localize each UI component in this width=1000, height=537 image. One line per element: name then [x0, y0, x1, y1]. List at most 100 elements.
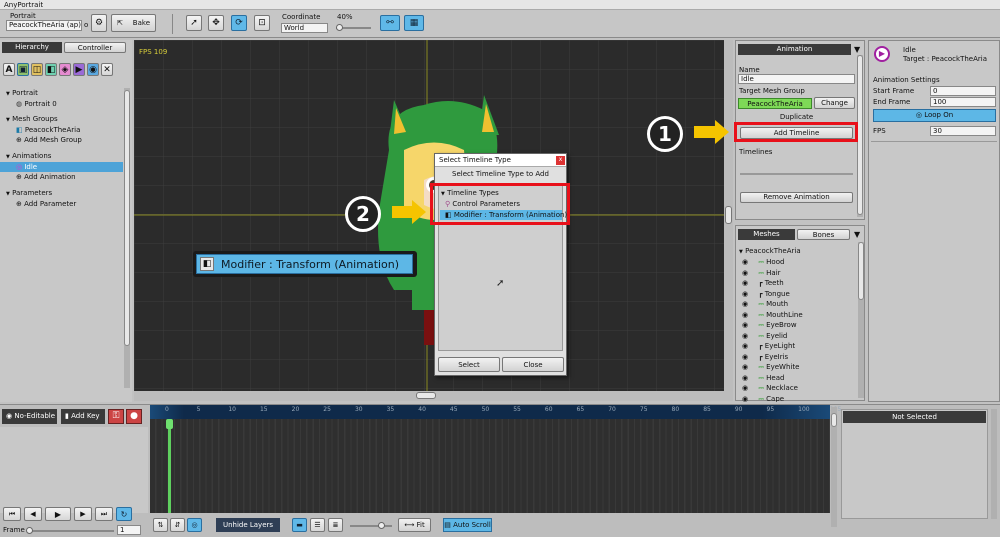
eye-icon[interactable]: ◉: [742, 384, 748, 392]
mesh-list-item[interactable]: ◉ ⎓ EyeWhite: [736, 362, 861, 373]
timeline-v-thumb[interactable]: [831, 413, 837, 427]
track-height-large-icon[interactable]: ≣: [328, 518, 343, 532]
end-frame-field[interactable]: 100: [930, 97, 996, 107]
sort-registered-icon[interactable]: ⇵: [170, 518, 185, 532]
tree-portrait0[interactable]: ◍ Portrait 0: [0, 99, 123, 109]
animation-filter-icon[interactable]: ◈: [59, 63, 71, 76]
mesh-list-item[interactable]: ◉ ┏ EyeLight: [736, 341, 861, 352]
remove-animation-button[interactable]: Remove Animation: [740, 192, 853, 203]
eye-icon[interactable]: ◉: [742, 290, 748, 298]
close-filter-icon[interactable]: ✕: [101, 63, 113, 76]
change-button[interactable]: Change: [814, 97, 855, 109]
no-editable-button[interactable]: ◉ No-Editable: [2, 409, 57, 424]
meshes-scrollbar[interactable]: [858, 242, 864, 398]
eye-icon[interactable]: ◉: [742, 332, 748, 340]
layer-view-icon[interactable]: ◎: [187, 518, 202, 532]
tree-add-animation[interactable]: ⊕ Add Animation: [0, 172, 123, 182]
hierarchy-scroll-thumb[interactable]: [124, 90, 130, 346]
hierarchy-scrollbar[interactable]: [124, 88, 130, 388]
mesh-list-item[interactable]: ◉ ⎓ Hair: [736, 268, 861, 279]
tree-add-mesh-group[interactable]: ⊕ Add Mesh Group: [0, 135, 123, 145]
eye-icon[interactable]: ◉: [742, 311, 748, 319]
mesh-view-toggle[interactable]: ▦: [404, 15, 424, 31]
eye-icon[interactable]: ◉: [742, 353, 748, 361]
lock-key-button[interactable]: ⚿: [108, 409, 124, 424]
tree-add-parameter[interactable]: ⊕ Add Parameter: [0, 199, 123, 209]
dialog-select-button[interactable]: Select: [438, 357, 500, 372]
chevron-down-icon[interactable]: ▼: [854, 230, 860, 239]
scale-tool-button[interactable]: ⊡: [254, 15, 270, 31]
mesh-list-item[interactable]: ◉ ⎓ MouthLine: [736, 310, 861, 321]
loop-toggle-button[interactable]: ↻: [116, 507, 132, 521]
add-key-button[interactable]: ▮ Add Key: [61, 409, 105, 424]
animation-name-field[interactable]: Idle: [738, 74, 855, 84]
viewport-v-scrollbar[interactable]: [724, 40, 733, 391]
prev-frame-button[interactable]: ◀: [24, 507, 42, 521]
image-filter-icon[interactable]: ▣: [17, 63, 29, 76]
viewport-h-scrollbar[interactable]: [134, 391, 733, 401]
tree-parameters-header[interactable]: ▼ Parameters: [0, 188, 123, 198]
dialog-close-x[interactable]: x: [556, 156, 565, 165]
dialog-close-button[interactable]: Close: [502, 357, 564, 372]
eye-icon[interactable]: ◉: [742, 279, 748, 287]
coordinate-select[interactable]: World: [281, 23, 328, 33]
play-filter-icon[interactable]: ▶: [73, 63, 85, 76]
mesh-list-item[interactable]: ◉ ⎓ Necklace: [736, 383, 861, 394]
mesh-list-item[interactable]: ◉ ⎓ Eyelid: [736, 331, 861, 342]
eye-icon[interactable]: ◉: [742, 374, 748, 382]
sort-layer-icon[interactable]: ⇅: [153, 518, 168, 532]
eye-icon[interactable]: ◉: [742, 342, 748, 350]
eye-icon[interactable]: ◉: [742, 363, 748, 371]
play-button[interactable]: ▶: [45, 507, 71, 521]
bone-view-toggle[interactable]: ⚯: [380, 15, 400, 31]
eye-icon[interactable]: ◉: [742, 258, 748, 266]
info-scrollbar[interactable]: [991, 409, 997, 519]
mesh-list-item[interactable]: ◉ ┏ EyeIris: [736, 352, 861, 363]
timeline-zoom-slider[interactable]: [350, 522, 392, 529]
tab-bones[interactable]: Bones: [797, 229, 850, 240]
playhead-line[interactable]: [168, 419, 171, 513]
move-tool-button[interactable]: ✥: [208, 15, 224, 31]
portrait-select[interactable]: PeacockTheAria (ap): [6, 20, 82, 31]
mesh-filter-icon[interactable]: ◫: [31, 63, 43, 76]
meshgroup-filter-icon[interactable]: ◧: [45, 63, 57, 76]
frame-slider-thumb[interactable]: [26, 527, 33, 534]
tree-idle-selected[interactable]: ◎ Idle: [0, 162, 123, 172]
loop-on-button[interactable]: ◎ Loop On: [873, 109, 996, 122]
select-tool-button[interactable]: ➚: [186, 15, 202, 31]
first-frame-button[interactable]: ⏮: [3, 507, 21, 521]
zoom-slider[interactable]: [336, 24, 371, 31]
tree-portrait-header[interactable]: ▼ Portrait: [0, 88, 123, 98]
mesh-list-item[interactable]: ◉ ⎓ Hood: [736, 257, 861, 268]
playhead-marker[interactable]: [166, 419, 173, 429]
track-height-medium-icon[interactable]: ☰: [310, 518, 325, 532]
mesh-root[interactable]: ▼ PeacockTheAria: [739, 247, 801, 255]
tab-hierarchy[interactable]: Hierarchy: [2, 42, 62, 53]
meshes-scroll-thumb[interactable]: [858, 242, 864, 300]
bake-button[interactable]: ⇱ Bake: [111, 14, 156, 32]
tab-meshes[interactable]: Meshes: [738, 229, 795, 240]
mesh-list-item[interactable]: ◉ ⎓ Head: [736, 373, 861, 384]
text-filter-icon[interactable]: A: [3, 63, 15, 76]
last-frame-button[interactable]: ⏭: [95, 507, 113, 521]
frame-field[interactable]: 1: [117, 525, 141, 535]
tree-mesh-groups-header[interactable]: ▼ Mesh Groups: [0, 114, 123, 124]
timeline-h-scrollbar[interactable]: [505, 518, 830, 532]
unhide-layers-button[interactable]: Unhide Layers: [216, 518, 280, 532]
param-filter-icon[interactable]: ◉: [87, 63, 99, 76]
tree-animations-header[interactable]: ▼ Animations: [0, 151, 123, 161]
mesh-list-item[interactable]: ◉ ┏ Teeth: [736, 278, 861, 289]
eye-icon[interactable]: ◉: [742, 321, 748, 329]
tab-controller[interactable]: Controller: [64, 42, 126, 53]
viewport-v-thumb[interactable]: [725, 206, 732, 224]
track-height-small-icon[interactable]: ▬: [292, 518, 307, 532]
chevron-down-icon[interactable]: ▼: [854, 45, 860, 54]
eye-icon[interactable]: ◉: [742, 395, 748, 403]
timeline-ruler[interactable]: 0 5 10 15 20 25 30 35 40 45 50 55 60 65 70 75 80 85 90 95 10…: [150, 405, 841, 419]
timeline-zoom-thumb[interactable]: [378, 522, 385, 529]
eye-icon[interactable]: ◉: [742, 300, 748, 308]
fit-button[interactable]: ⟷ Fit: [398, 518, 431, 532]
auto-scroll-button[interactable]: ▤ Auto Scroll: [443, 518, 492, 532]
fps-field[interactable]: 30: [930, 126, 996, 136]
mesh-list-item[interactable]: ◉ ┏ Tongue: [736, 289, 861, 300]
